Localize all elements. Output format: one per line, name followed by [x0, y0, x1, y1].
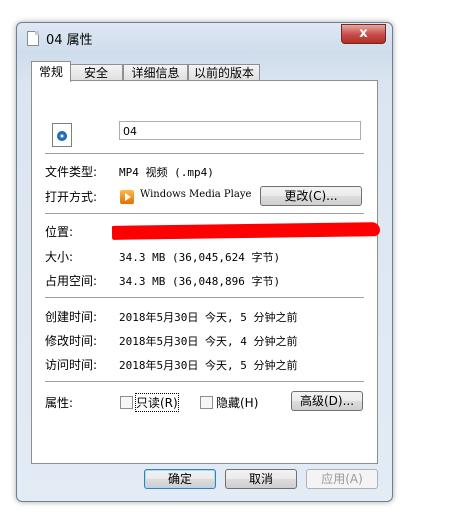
- created-label: 创建时间:: [45, 310, 98, 324]
- cancel-button[interactable]: 取消: [225, 469, 297, 489]
- readonly-label[interactable]: 只读(R): [135, 393, 179, 412]
- attributes-label: 属性:: [45, 396, 74, 410]
- redaction-scribble: [111, 222, 381, 240]
- close-button[interactable]: x: [341, 24, 386, 44]
- tab-security[interactable]: 安全: [69, 64, 123, 81]
- open-with-label: 打开方式:: [45, 190, 98, 204]
- file-icon: [27, 31, 39, 46]
- ok-button[interactable]: 确定: [144, 469, 216, 489]
- tab-previous-versions[interactable]: 以前的版本: [188, 64, 260, 81]
- hidden-label[interactable]: 隐藏(H): [216, 394, 258, 411]
- file-type-label: 文件类型:: [45, 165, 98, 179]
- change-button[interactable]: 更改(C)...: [260, 186, 362, 206]
- tab-general[interactable]: 常规: [31, 61, 71, 82]
- window-title: 04 属性: [46, 33, 93, 48]
- separator: [45, 381, 364, 382]
- properties-window: 04 属性 x 常规 安全 详细信息 以前的版本 04 文件类型: MP4 视频…: [16, 22, 393, 502]
- accessed-label: 访问时间:: [45, 358, 98, 372]
- file-type-value: MP4 视频 (.mp4): [119, 166, 214, 179]
- video-file-icon: [52, 123, 72, 147]
- modified-label: 修改时间:: [45, 334, 98, 348]
- size-value: 34.3 MB (36,045,624 字节): [119, 251, 281, 264]
- modified-value: 2018年5月30日 今天, 4 分钟之前: [119, 335, 298, 348]
- general-panel: 04 文件类型: MP4 视频 (.mp4) 打开方式: Windows Med…: [31, 80, 381, 464]
- apply-button[interactable]: 应用(A): [306, 469, 378, 489]
- size-label: 大小:: [45, 250, 74, 264]
- separator: [45, 213, 364, 214]
- accessed-value: 2018年5月30日 今天, 5 分钟之前: [119, 359, 298, 372]
- hidden-checkbox[interactable]: [200, 396, 213, 409]
- media-player-icon: [120, 190, 134, 204]
- disk-size-label: 占用空间:: [45, 274, 98, 288]
- disk-size-value: 34.3 MB (36,048,896 字节): [119, 275, 281, 288]
- advanced-button[interactable]: 高级(D)...: [291, 391, 363, 411]
- file-name-input[interactable]: 04: [119, 121, 361, 140]
- created-value: 2018年5月30日 今天, 5 分钟之前: [119, 311, 298, 324]
- location-label: 位置:: [45, 225, 74, 239]
- open-with-value: Windows Media Playe: [140, 189, 252, 200]
- title-bar[interactable]: 04 属性 x: [17, 23, 392, 49]
- separator: [45, 153, 364, 154]
- separator: [45, 297, 364, 298]
- readonly-checkbox[interactable]: [120, 396, 133, 409]
- tab-details[interactable]: 详细信息: [123, 64, 188, 81]
